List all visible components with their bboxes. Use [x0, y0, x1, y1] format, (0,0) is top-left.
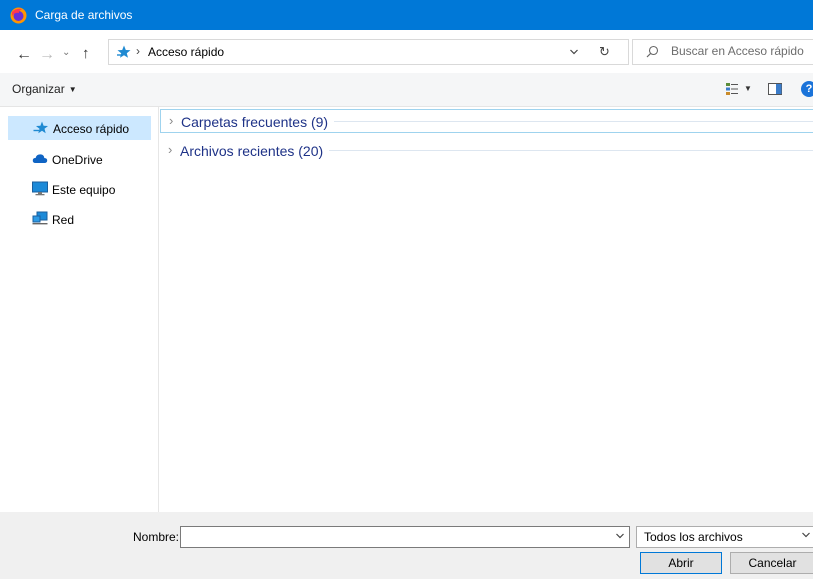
file-name-field[interactable]: [180, 526, 630, 548]
sidebar-item-label: Red: [52, 213, 75, 227]
address-dropdown-chevron-icon[interactable]: [569, 46, 579, 60]
open-button[interactable]: Abrir: [640, 552, 722, 574]
sidebar-item-onedrive[interactable]: OneDrive: [8, 147, 151, 171]
firefox-icon: [10, 7, 27, 24]
sidebar-item-label: OneDrive: [52, 153, 103, 167]
title-bar[interactable]: Carga de archivos: [0, 0, 813, 30]
cancel-button[interactable]: Cancelar: [730, 552, 813, 574]
file-type-select[interactable]: Todos los archivos: [636, 526, 813, 548]
change-view-icon[interactable]: [725, 82, 739, 99]
up-arrow-icon[interactable]: ↑: [82, 45, 90, 62]
navigation-pane: Acceso rápido OneDrive Este equipo Red: [0, 107, 159, 512]
search-input[interactable]: [671, 42, 811, 60]
group-header-frequent-folders[interactable]: › Carpetas frecuentes (9): [160, 109, 813, 133]
sidebar-item-label: Este equipo: [52, 183, 116, 197]
quick-access-star-icon: [116, 44, 132, 63]
breadcrumb-separator-icon[interactable]: ›: [136, 44, 140, 58]
expand-chevron-icon: ›: [168, 142, 173, 157]
group-label: Carpetas frecuentes (9): [181, 114, 335, 130]
sidebar-item-this-pc[interactable]: Este equipo: [8, 177, 151, 201]
window-title: Carga de archivos: [35, 8, 133, 22]
dialog-footer: Nombre: Todos los archivos Abrir Cancela…: [0, 512, 813, 579]
caret-down-icon: ▼: [68, 85, 77, 94]
back-arrow-icon[interactable]: ←: [16, 46, 32, 64]
network-icon: [32, 211, 48, 229]
command-toolbar: Organizar ▼ ▼ ?: [0, 73, 813, 107]
organize-label: Organizar: [12, 82, 65, 96]
breadcrumb-quick-access[interactable]: Acceso rápido: [148, 45, 224, 59]
search-box[interactable]: [632, 39, 813, 65]
help-icon[interactable]: ?: [801, 81, 813, 97]
file-name-label: Nombre:: [133, 530, 180, 544]
group-label: Archivos recientes (20): [180, 143, 330, 159]
file-type-chevron-icon: [801, 530, 811, 543]
cloud-icon: [32, 151, 48, 168]
star-icon: [33, 120, 49, 139]
navigation-bar: ← → ⌄ ↑ › Acceso rápido ↻: [0, 30, 813, 73]
search-icon: [646, 45, 659, 61]
expand-chevron-icon: ›: [169, 113, 174, 128]
group-divider: [328, 150, 813, 151]
sidebar-item-network[interactable]: Red: [8, 207, 151, 231]
view-options-caret-icon[interactable]: ▼: [744, 84, 752, 93]
file-type-value: Todos los archivos: [644, 530, 743, 544]
group-divider: [331, 121, 813, 122]
computer-icon: [32, 181, 48, 199]
preview-pane-icon[interactable]: [768, 83, 782, 98]
organize-menu-button[interactable]: Organizar ▼: [12, 82, 77, 96]
address-bar[interactable]: › Acceso rápido ↻: [108, 39, 629, 65]
refresh-icon[interactable]: ↻: [599, 44, 610, 60]
sidebar-item-label: Acceso rápido: [53, 122, 130, 136]
file-list-area[interactable]: › Carpetas frecuentes (9) › Archivos rec…: [159, 107, 813, 512]
forward-arrow-icon[interactable]: →: [39, 46, 55, 64]
file-name-dropdown-chevron-icon[interactable]: [615, 531, 625, 544]
group-header-recent-files[interactable]: › Archivos recientes (20): [160, 139, 813, 161]
sidebar-item-quick-access[interactable]: Acceso rápido: [8, 116, 151, 140]
recent-locations-chevron-icon[interactable]: ⌄: [62, 47, 70, 58]
